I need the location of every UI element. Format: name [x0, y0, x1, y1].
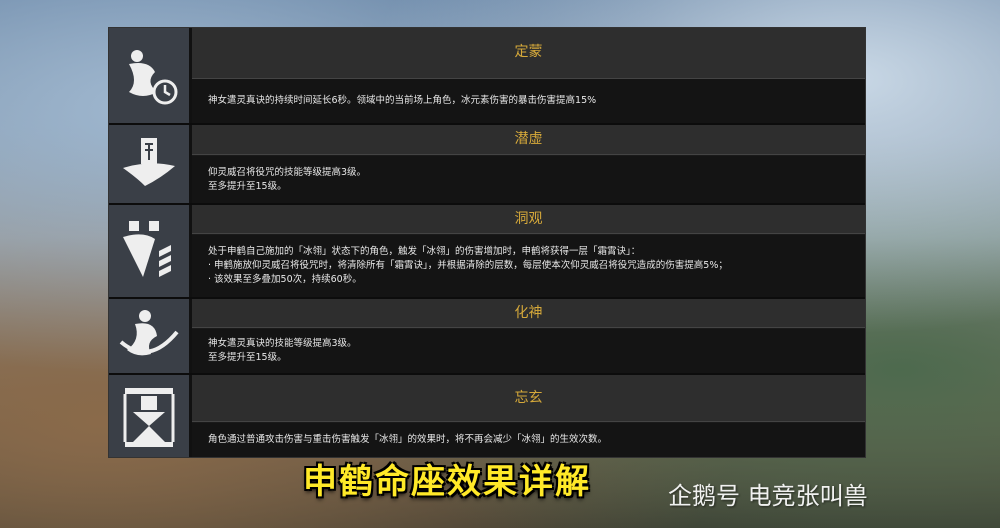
- watermark: 企鹅号 电竞张叫兽: [668, 482, 868, 510]
- constellation-description: 仰灵威召将役咒的技能等级提高3级。 至多提升至15级。: [192, 156, 865, 203]
- constellation-row-2: 潜虚 仰灵威召将役咒的技能等级提高3级。 至多提升至15级。: [109, 125, 865, 203]
- constellation-title: 潜虚: [192, 125, 865, 155]
- description-line: 角色通过普通攻击伤害与重击伤害触发「冰翎」的效果时，将不再会减少「冰翎」的生效次…: [208, 434, 608, 445]
- description-line: 仰灵威召将役咒的技能等级提高3级。: [208, 166, 367, 178]
- description-line: 神女遣灵真诀的技能等级提高3级。: [208, 338, 357, 349]
- constellation-description: 神女遣灵真诀的持续时间延长6秒。领域中的当前场上角色，冰元素伤害的暴击伤害提高1…: [192, 79, 865, 123]
- description-line: 处于申鹤自己施加的「冰翎」状态下的角色，触发「冰翎」的伤害增加时，申鹤将获得一层…: [208, 246, 641, 257]
- constellation-table: 定蒙 神女遣灵真诀的持续时间延长6秒。领域中的当前场上角色，冰元素伤害的暴击伤害…: [108, 27, 866, 458]
- constellation-title: 洞观: [192, 205, 865, 234]
- constellation-title: 忘玄: [192, 375, 865, 422]
- video-caption: 申鹤命座效果详解: [303, 462, 591, 502]
- qianxu-constellation-icon: [109, 125, 192, 203]
- constellation-row-3: 洞观 处于申鹤自己施加的「冰翎」状态下的角色，触发「冰翎」的伤害增加时，申鹤将获…: [109, 205, 865, 297]
- wangxuan-constellation-icon: [109, 375, 192, 457]
- constellation-description: 处于申鹤自己施加的「冰翎」状态下的角色，触发「冰翎」的伤害增加时，申鹤将获得一层…: [192, 235, 865, 297]
- description-line: 神女遣灵真诀的持续时间延长6秒。领域中的当前场上角色，冰元素伤害的暴击伤害提高1…: [208, 95, 597, 106]
- constellation-row-5: 忘玄 角色通过普通攻击伤害与重击伤害触发「冰翎」的效果时，将不再会减少「冰翎」的…: [109, 375, 865, 457]
- constellation-title: 定蒙: [192, 28, 865, 79]
- constellation-description: 神女遣灵真诀的技能等级提高3级。 至多提升至15级。: [192, 329, 865, 373]
- constellation-title: 化神: [192, 299, 865, 328]
- constellation-description: 角色通过普通攻击伤害与重击伤害触发「冰翎」的效果时，将不再会减少「冰翎」的生效次…: [192, 423, 865, 457]
- constellation-row-1: 定蒙 神女遣灵真诀的持续时间延长6秒。领域中的当前场上角色，冰元素伤害的暴击伤害…: [109, 28, 865, 123]
- description-line: 至多提升至15级。: [208, 352, 287, 363]
- description-line: · 申鹤施放仰灵威召将役咒时，将清除所有「霜霄诀」，并根据清除的层数，每层使本次…: [208, 260, 728, 271]
- constellation-row-4: 化神 神女遣灵真诀的技能等级提高3级。 至多提升至15级。: [109, 299, 865, 373]
- dingmeng-constellation-icon: [109, 28, 192, 123]
- huashen-constellation-icon: [109, 299, 192, 373]
- dongguan-constellation-icon: [109, 205, 192, 297]
- description-line: 至多提升至15级。: [208, 180, 287, 192]
- description-line: · 该效果至多叠加50次，持续60秒。: [208, 274, 362, 285]
